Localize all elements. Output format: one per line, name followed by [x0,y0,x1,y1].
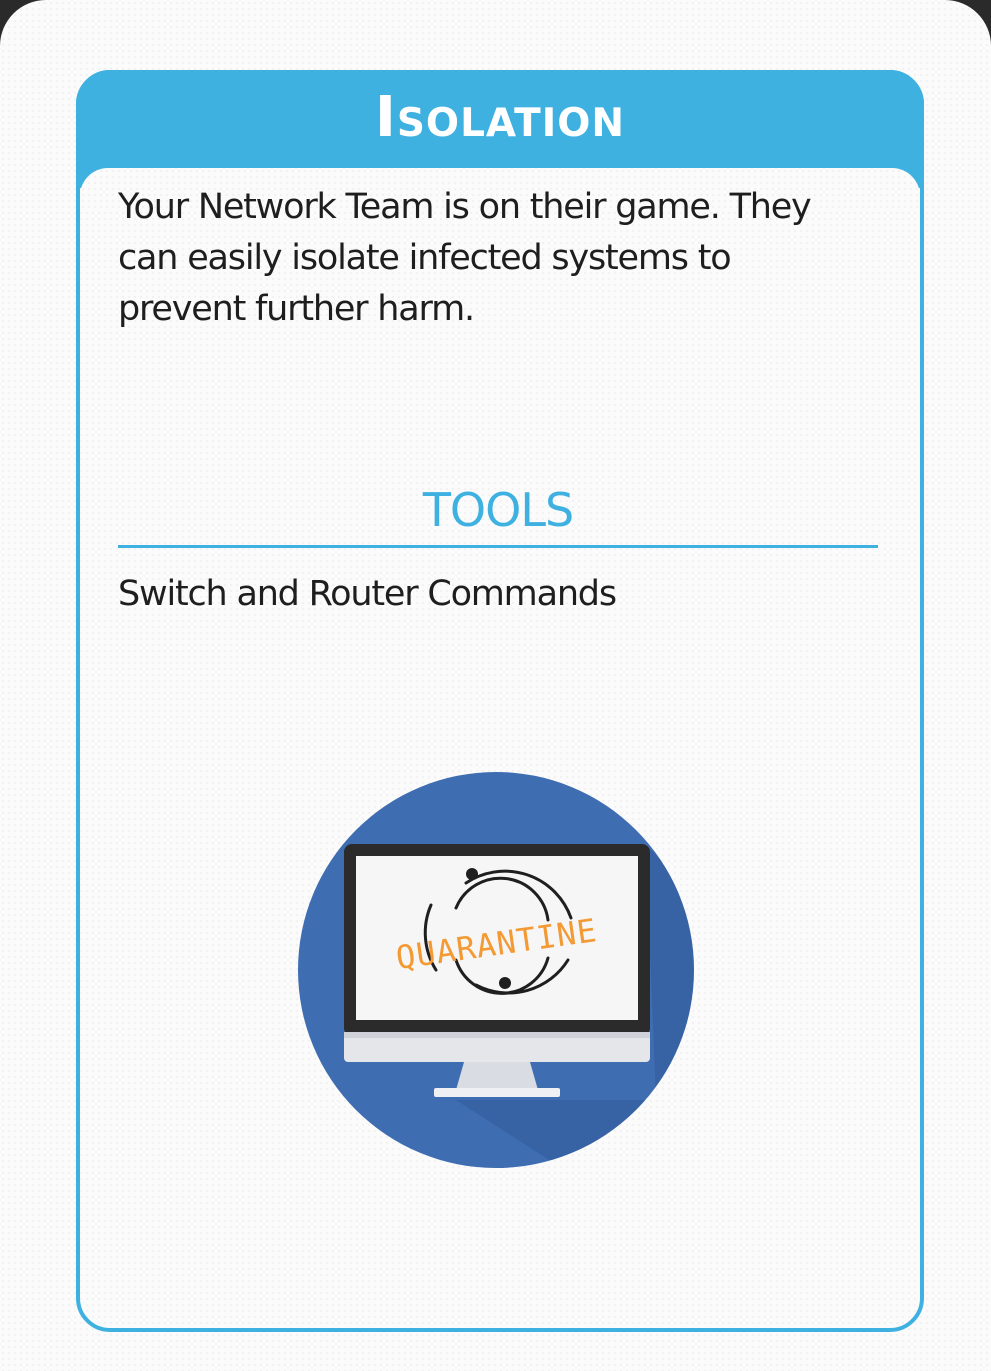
tools-heading: TOOLS [422,483,574,537]
monitor-quarantine-icon: QUARANTINE [296,770,696,1170]
card-description: Your Network Team is on their game. They… [118,187,812,329]
illustration-svg: QUARANTINE [298,772,694,1168]
monitor-base [434,1088,560,1097]
tools-divider [118,545,878,548]
card-title: Isolation [375,85,625,150]
card: Isolation Your Network Team is on their … [0,0,991,1371]
monitor-stand [456,1062,538,1090]
tool-item: Switch and Router Commands [118,574,617,614]
